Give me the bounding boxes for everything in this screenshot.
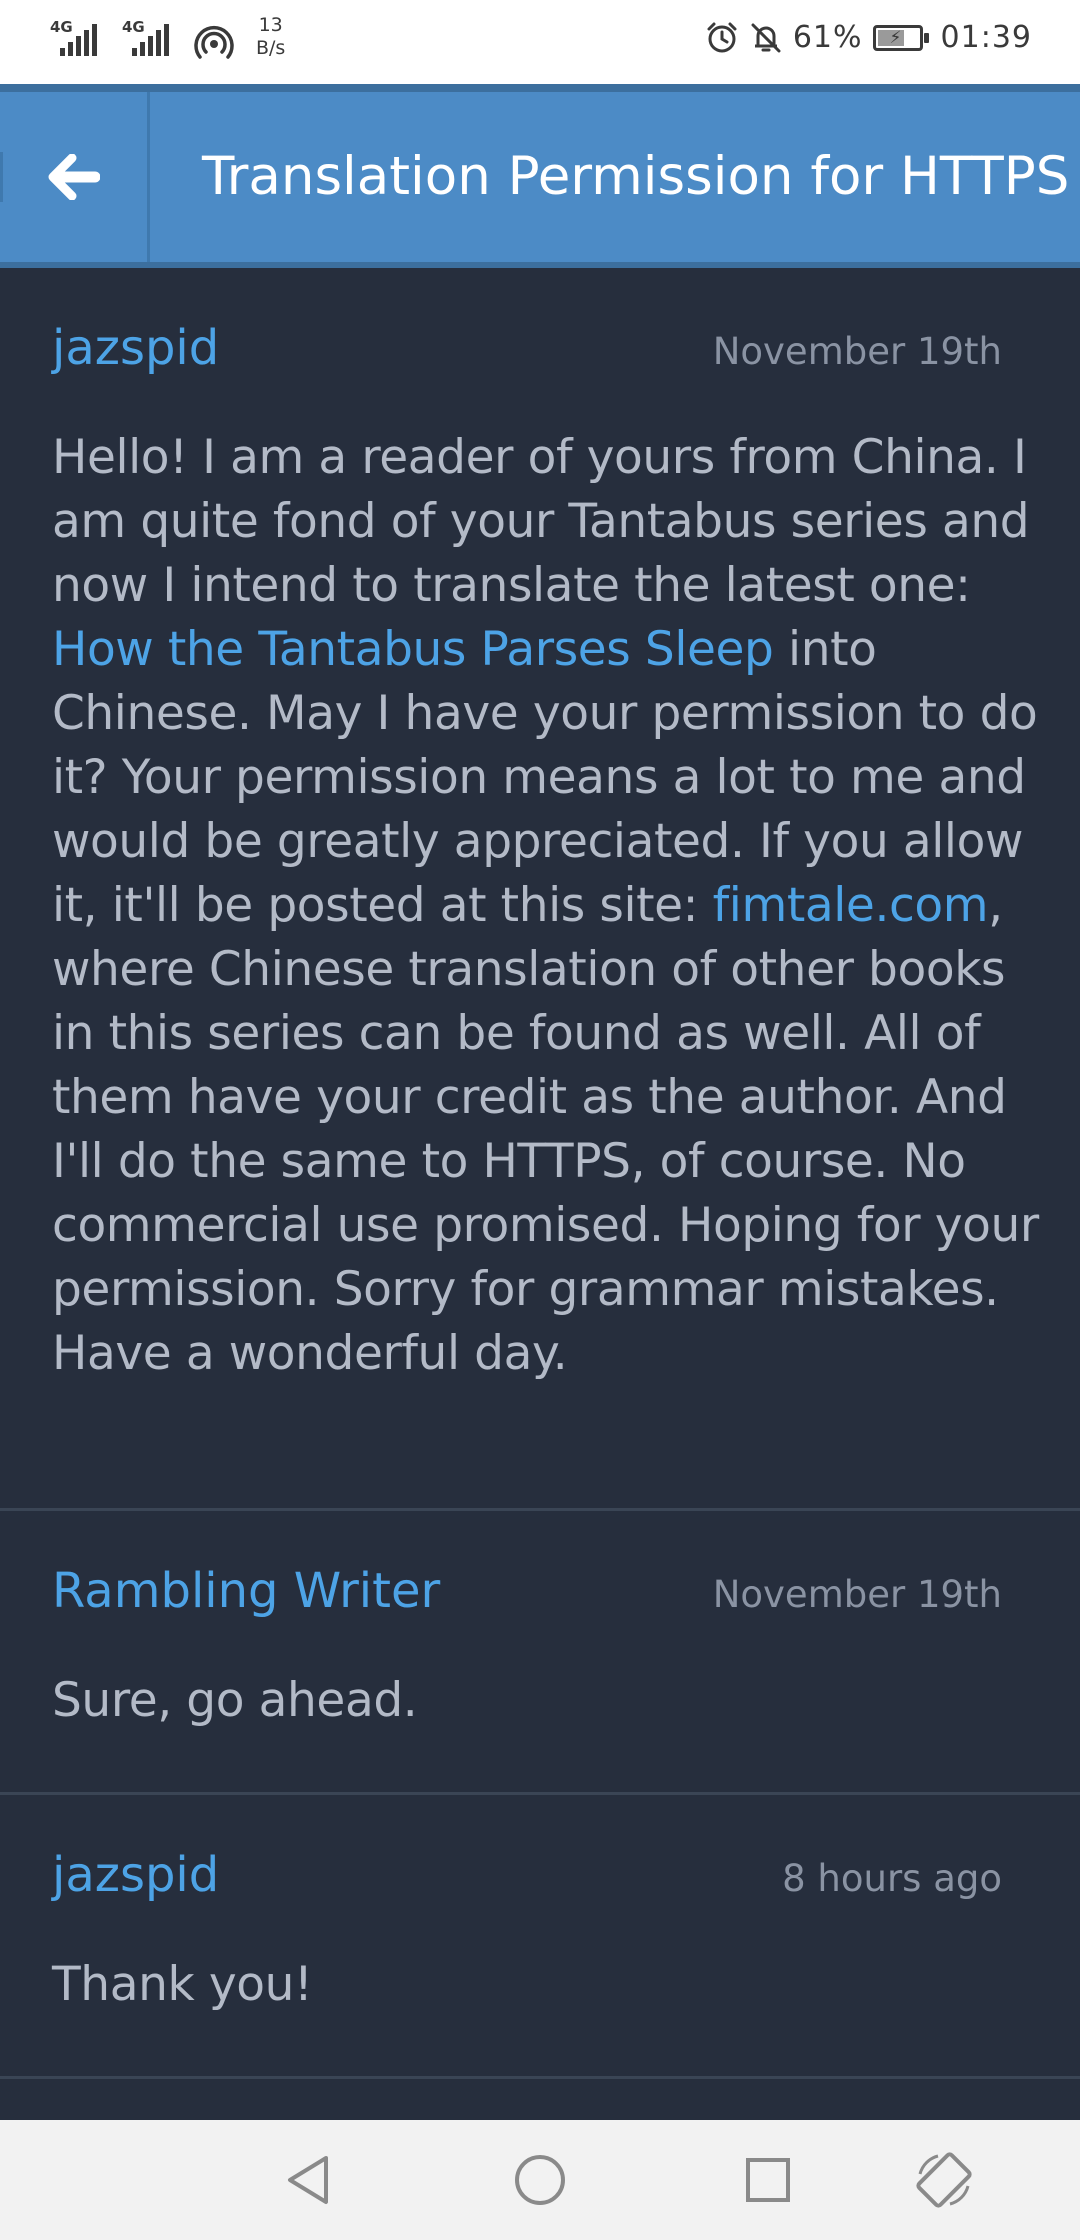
comment: jazspid 8 hours ago Thank you! (0, 1795, 1080, 2079)
story-link[interactable]: How the Tantabus Parses Sleep (52, 622, 774, 677)
nav-recents-button[interactable] (736, 2148, 800, 2212)
comment: Rambling Writer November 19th Sure, go a… (0, 1511, 1080, 1795)
comment-body: Thank you! (52, 1957, 313, 2012)
rotate-screen-button[interactable] (912, 2148, 976, 2212)
home-circle-icon (515, 2155, 565, 2205)
network-speed-value: 13 (258, 14, 283, 36)
comment-header: jazspid 8 hours ago (52, 1845, 1030, 1905)
app-header: Translation Permission for HTTPS (0, 84, 1080, 268)
comment-date: November 19th (712, 1573, 1002, 1616)
battery-percent: 61% (792, 20, 863, 55)
site-link[interactable]: fimtale.com (713, 878, 989, 933)
nav-home-button[interactable] (508, 2148, 572, 2212)
comment-author-link[interactable]: jazspid (52, 318, 219, 378)
mute-bell-icon (751, 23, 781, 52)
back-arrow-icon (48, 154, 100, 200)
comment-list: jazspid November 19th Hello! I am a read… (0, 268, 1080, 2079)
signal-icon: 4G (50, 14, 106, 58)
recents-square-icon (746, 2158, 790, 2202)
status-left: 4G 4G 13 B/s (50, 14, 285, 62)
back-button[interactable] (0, 92, 150, 262)
page-title: Translation Permission for HTTPS (202, 146, 1070, 207)
network-speed-unit: B/s (256, 37, 286, 59)
status-right: 61% ⚡ 01:39 (705, 20, 1032, 55)
alarm-icon (707, 22, 737, 52)
clock: 01:39 (940, 20, 1032, 55)
nav-back-button[interactable] (276, 2148, 340, 2212)
comment: jazspid November 19th Hello! I am a read… (0, 268, 1080, 1511)
system-nav-bar (0, 2120, 1080, 2240)
back-triangle-icon (288, 2156, 328, 2204)
rotate-icon (916, 2152, 972, 2208)
comment-header: jazspid November 19th (52, 318, 1030, 378)
comment-text: Hello! I am a reader of yours from China… (52, 430, 1030, 613)
battery-charging-icon: ⚡ (872, 24, 929, 51)
comment-header: Rambling Writer November 19th (52, 1561, 1030, 1621)
hotspot-icon (194, 26, 234, 59)
network-speed: 13 B/s (256, 14, 285, 60)
comment-author-link[interactable]: jazspid (52, 1845, 219, 1905)
comment-date: 8 hours ago (782, 1857, 1002, 1900)
comment-text: , where Chinese translation of other boo… (52, 878, 1039, 1381)
comment-date: November 19th (712, 330, 1002, 373)
status-bar: 4G 4G 13 B/s 61% ⚡ 01:39 (0, 0, 1080, 84)
signal-icon: 4G (122, 14, 178, 58)
comment-body: Hello! I am a reader of yours from China… (52, 426, 1042, 1386)
comment-author-link[interactable]: Rambling Writer (52, 1561, 440, 1621)
comment-body: Sure, go ahead. (52, 1673, 418, 1728)
